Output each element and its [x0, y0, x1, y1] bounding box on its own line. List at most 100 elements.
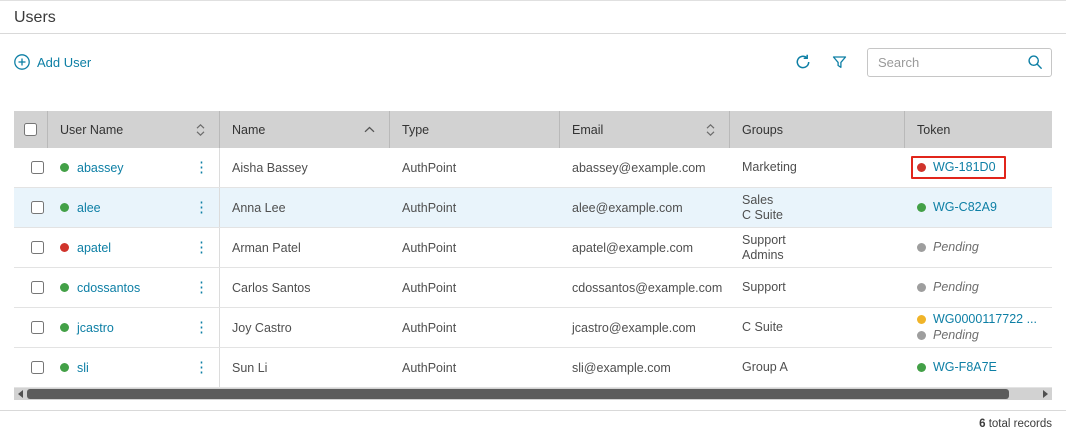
row-menu-icon[interactable]: ⋮ — [194, 240, 209, 255]
column-header-type[interactable]: Type — [390, 111, 560, 148]
username-link[interactable]: sli — [77, 361, 89, 375]
page-title: Users — [14, 9, 56, 26]
add-user-label: Add User — [37, 55, 91, 70]
email-cell: sli@example.com — [560, 348, 730, 387]
token-status-dot — [917, 163, 926, 172]
token-cell: WG0000117722 ... Pending — [905, 308, 1052, 347]
search-icon[interactable] — [1027, 54, 1043, 70]
row-checkbox[interactable] — [31, 321, 44, 334]
token-link[interactable]: WG-181D0 — [933, 160, 996, 175]
row-menu-icon[interactable]: ⋮ — [194, 360, 209, 375]
groups-cell: C Suite — [730, 308, 905, 347]
column-label: Name — [232, 123, 265, 137]
scroll-left-arrow[interactable] — [14, 388, 27, 400]
username-link[interactable]: cdossantos — [77, 281, 140, 295]
token-status-dot — [917, 331, 926, 340]
column-label: Type — [402, 123, 429, 137]
select-all-cell — [14, 111, 48, 148]
row-checkbox[interactable] — [31, 361, 44, 374]
row-menu-icon[interactable]: ⋮ — [194, 320, 209, 335]
token-cell: WG-181D0 — [905, 148, 1052, 187]
token-link[interactable]: WG0000117722 ... — [933, 312, 1037, 327]
user-status-dot — [60, 163, 69, 172]
token-status-dot — [917, 203, 926, 212]
column-label: Groups — [742, 123, 783, 137]
type-cell: AuthPoint — [390, 188, 560, 227]
plus-circle-icon — [14, 54, 30, 70]
token-link[interactable]: WG-F8A7E — [933, 360, 997, 375]
groups-cell: Support — [730, 268, 905, 307]
highlighted-token: WG-181D0 — [911, 156, 1006, 179]
column-label: User Name — [60, 123, 123, 137]
username-link[interactable]: jcastro — [77, 321, 114, 335]
column-header-token[interactable]: Token — [905, 111, 1052, 148]
table-row: jcastro ⋮ Joy Castro AuthPoint jcastro@e… — [14, 308, 1052, 348]
sort-both-icon[interactable] — [706, 123, 715, 137]
username-link[interactable]: abassey — [77, 161, 124, 175]
row-checkbox[interactable] — [31, 281, 44, 294]
title-bar: Users — [0, 1, 1066, 34]
token-cell: Pending — [905, 228, 1052, 267]
user-status-dot — [60, 243, 69, 252]
groups-cell: Sales C Suite — [730, 188, 905, 227]
row-menu-icon[interactable]: ⋮ — [194, 200, 209, 215]
total-records-label: total records — [986, 418, 1052, 430]
type-cell: AuthPoint — [390, 308, 560, 347]
footer: 6 total records — [0, 410, 1066, 430]
scrollbar-thumb[interactable] — [27, 389, 1009, 399]
name-cell: Sun Li — [220, 348, 390, 387]
scrollbar-track[interactable] — [27, 388, 1039, 400]
column-header-username[interactable]: User Name — [48, 111, 220, 148]
email-cell: alee@example.com — [560, 188, 730, 227]
sort-asc-icon[interactable] — [364, 126, 375, 133]
table-header: User Name Name Type Email — [14, 111, 1052, 148]
toolbar-right — [794, 48, 1052, 77]
row-checkbox[interactable] — [31, 241, 44, 254]
toolbar: Add User — [14, 47, 1052, 77]
table-row: alee ⋮ Anna Lee AuthPoint alee@example.c… — [14, 188, 1052, 228]
name-cell: Carlos Santos — [220, 268, 390, 307]
token-status-dot — [917, 283, 926, 292]
name-cell: Arman Patel — [220, 228, 390, 267]
table-row: sli ⋮ Sun Li AuthPoint sli@example.com G… — [14, 348, 1052, 388]
column-header-groups[interactable]: Groups — [730, 111, 905, 148]
column-label: Email — [572, 123, 603, 137]
token-status-dot — [917, 315, 926, 324]
groups-cell: Group A — [730, 348, 905, 387]
token-status-text: Pending — [933, 240, 979, 255]
user-status-dot — [60, 283, 69, 292]
row-checkbox[interactable] — [31, 161, 44, 174]
sort-both-icon[interactable] — [196, 123, 205, 137]
groups-cell: Support Admins — [730, 228, 905, 267]
token-link[interactable]: WG-C82A9 — [933, 200, 997, 215]
search-input[interactable] — [878, 55, 1027, 70]
token-status-text: Pending — [933, 280, 979, 295]
email-cell: jcastro@example.com — [560, 308, 730, 347]
refresh-icon[interactable] — [794, 53, 812, 71]
token-cell: Pending — [905, 268, 1052, 307]
row-checkbox[interactable] — [31, 201, 44, 214]
token-cell: WG-C82A9 — [905, 188, 1052, 227]
type-cell: AuthPoint — [390, 148, 560, 187]
username-link[interactable]: apatel — [77, 241, 111, 255]
token-status-dot — [917, 243, 926, 252]
users-table: User Name Name Type Email — [14, 111, 1052, 388]
column-header-email[interactable]: Email — [560, 111, 730, 148]
scroll-right-arrow[interactable] — [1039, 388, 1052, 400]
type-cell: AuthPoint — [390, 228, 560, 267]
row-menu-icon[interactable]: ⋮ — [194, 160, 209, 175]
column-header-name[interactable]: Name — [220, 111, 390, 148]
filter-icon[interactable] — [832, 55, 847, 70]
search-box — [867, 48, 1052, 77]
user-status-dot — [60, 323, 69, 332]
user-status-dot — [60, 203, 69, 212]
username-link[interactable]: alee — [77, 201, 101, 215]
token-status-text: Pending — [933, 328, 979, 343]
name-cell: Anna Lee — [220, 188, 390, 227]
row-menu-icon[interactable]: ⋮ — [194, 280, 209, 295]
add-user-button[interactable]: Add User — [14, 54, 91, 70]
select-all-checkbox[interactable] — [24, 123, 37, 136]
column-label: Token — [917, 123, 950, 137]
type-cell: AuthPoint — [390, 268, 560, 307]
name-cell: Aisha Bassey — [220, 148, 390, 187]
